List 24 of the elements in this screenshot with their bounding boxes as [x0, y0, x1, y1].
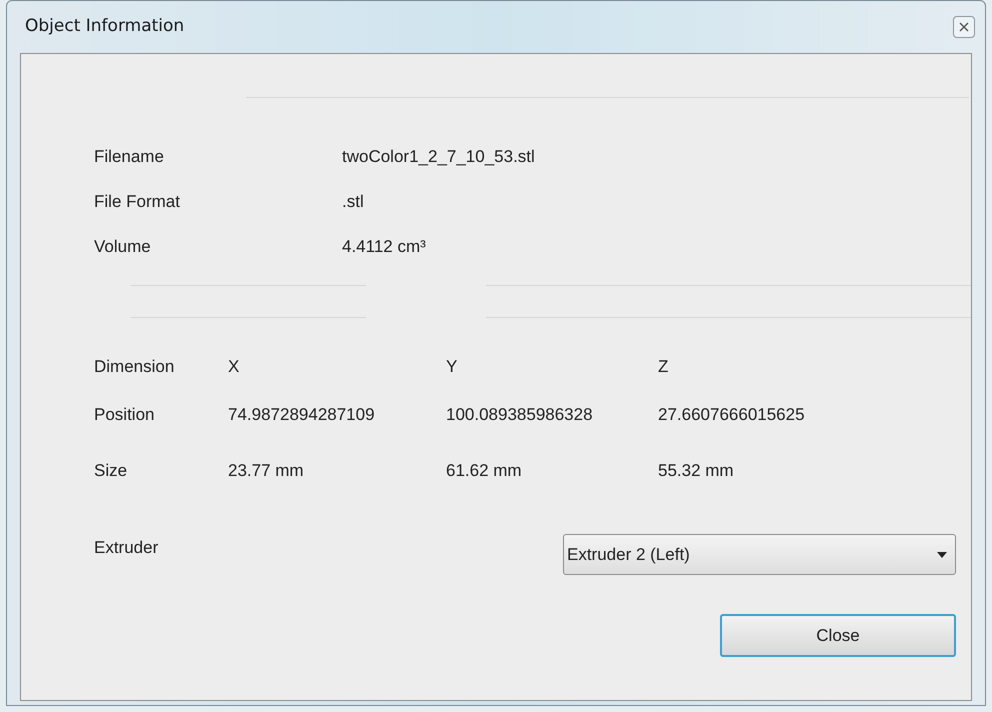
- window-title: Object Information: [25, 15, 184, 38]
- field-label: Filename: [94, 146, 165, 168]
- extruder-label: Extruder: [94, 536, 158, 559]
- field-label: File Format: [94, 191, 181, 214]
- close-button[interactable]: Close: [720, 614, 956, 657]
- column-header: X: [228, 356, 240, 378]
- table-cell-text: 23.77 mm: [228, 460, 305, 482]
- field-label: Volume: [94, 236, 152, 258]
- column-header: Z: [658, 356, 670, 378]
- table-cell-text: 100.089385986328: [446, 404, 594, 426]
- extruder-dropdown[interactable]: Extruder 2 (Left): [563, 534, 956, 575]
- row-label: Size: [94, 460, 128, 482]
- column-header: Y: [446, 356, 458, 378]
- field-value: 4.4112 cm³: [342, 236, 426, 258]
- close-icon[interactable]: [953, 16, 975, 38]
- field-value: .stl: [342, 191, 364, 214]
- table-cell-text: 27.6607666015625: [658, 404, 806, 426]
- table-cell-text: 55.32 mm: [658, 460, 735, 482]
- dropdown-caret-icon: [937, 552, 947, 558]
- table-cell-text: 74.9872894287109: [228, 404, 376, 426]
- table-cell-text: 61.62 mm: [446, 460, 523, 482]
- field-value: twoColor1_2_7_10_53.stl: [342, 146, 535, 168]
- row-label: Position: [94, 404, 156, 426]
- column-header: Dimension: [94, 356, 176, 378]
